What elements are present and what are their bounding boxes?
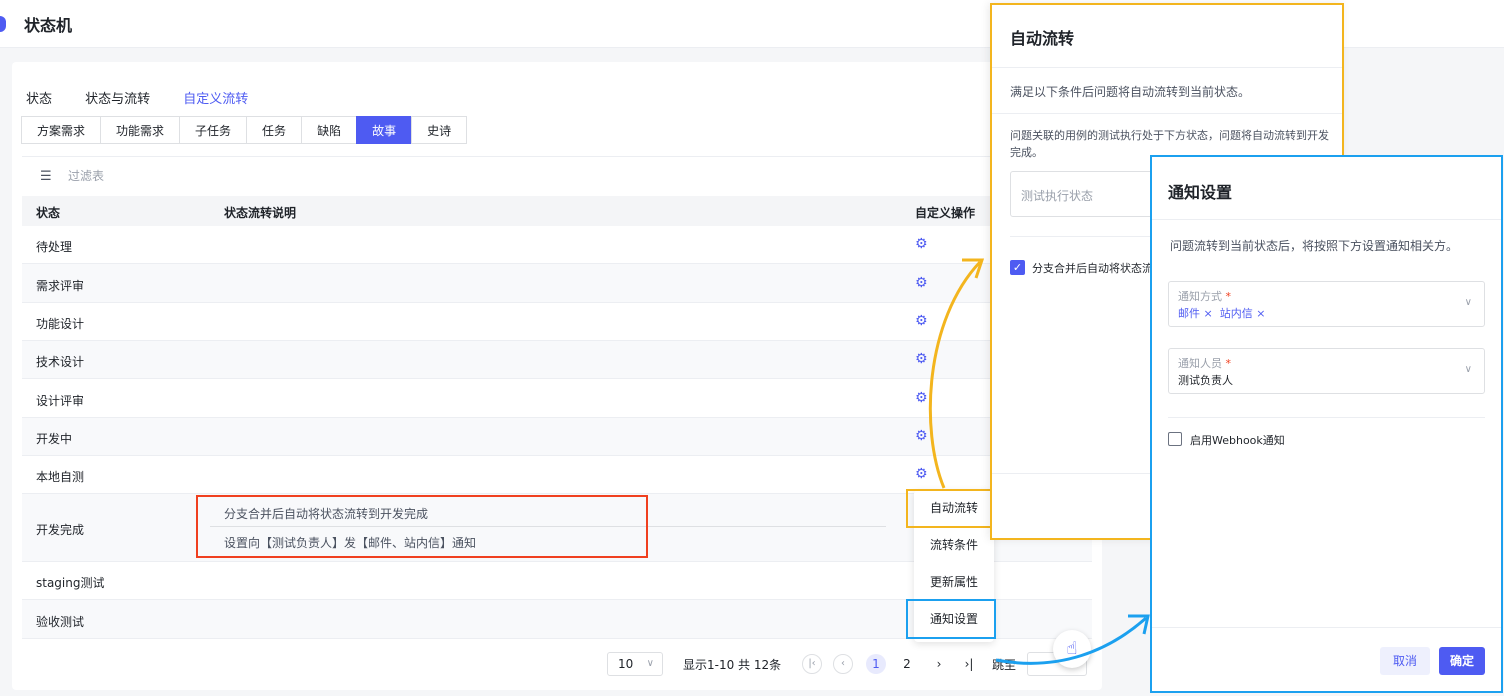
yellow-arrow (928, 260, 982, 489)
state-machine-page: 状态机 状态 状态与流转 自定义流转 方案需求 功能需求 子任务 任务 缺陷 故… (0, 0, 1504, 696)
annotation-arrows (928, 258, 1150, 665)
blue-arrow (995, 616, 1147, 665)
